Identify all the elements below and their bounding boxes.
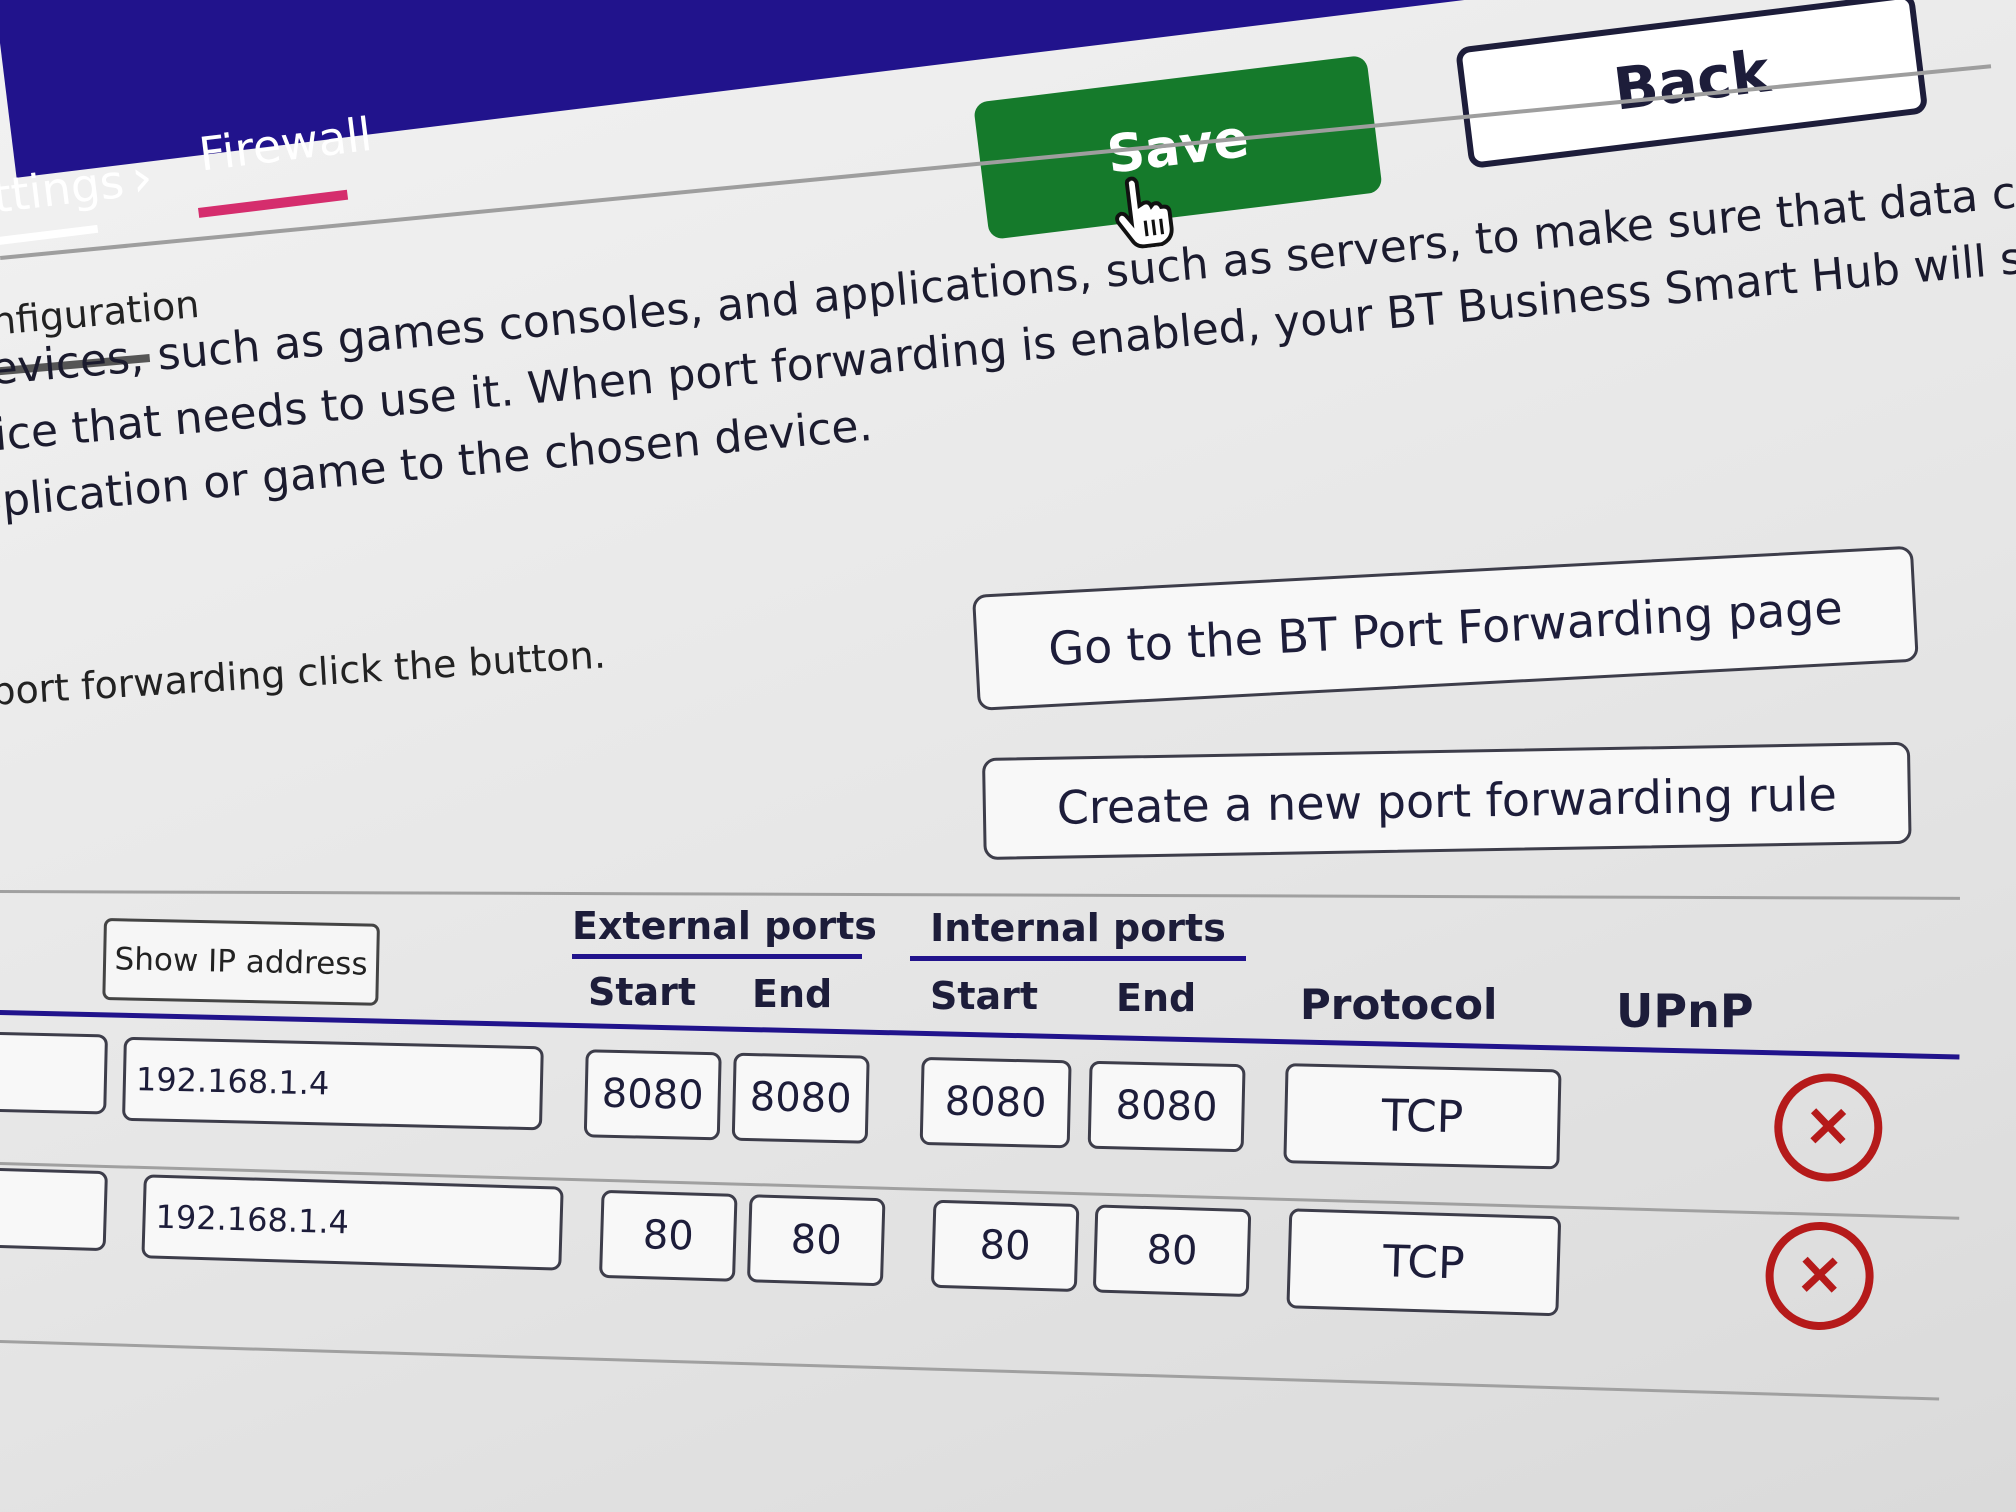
- external-end-header: End: [752, 972, 833, 1016]
- rule-name-field[interactable]: [0, 1031, 108, 1115]
- row-divider: [0, 1340, 1940, 1401]
- external-ports-header: External ports: [572, 904, 877, 959]
- rule-name-field[interactable]: [0, 1167, 108, 1252]
- protocol-select[interactable]: TCP: [1286, 1208, 1562, 1317]
- internal-start-field[interactable]: 80: [930, 1199, 1080, 1292]
- port-forwarding-table: Show IP address External ports Internal …: [0, 900, 2016, 1460]
- close-circle-icon: ✕: [1795, 1243, 1844, 1308]
- internal-end-header: End: [1116, 976, 1197, 1020]
- save-button[interactable]: Save: [973, 54, 1383, 240]
- external-end-field[interactable]: 80: [746, 1194, 886, 1287]
- external-start-header: Start: [588, 970, 697, 1014]
- create-rule-button[interactable]: Create a new port forwarding rule: [982, 741, 1912, 860]
- delete-rule-button[interactable]: ✕: [1773, 1072, 1884, 1183]
- protocol-select[interactable]: TCP: [1283, 1063, 1562, 1170]
- protocol-header: Protocol: [1300, 980, 1498, 1029]
- internal-ports-header: Internal ports: [910, 906, 1246, 961]
- internal-end-field[interactable]: 80: [1092, 1204, 1252, 1298]
- back-button[interactable]: Back: [1455, 0, 1929, 170]
- external-end-field[interactable]: 8080: [731, 1052, 870, 1144]
- active-tab-indicator: [198, 189, 349, 218]
- ip-address-field[interactable]: 192.168.1.4: [141, 1174, 564, 1271]
- internal-end-field[interactable]: 8080: [1087, 1060, 1246, 1153]
- ip-address-field[interactable]: 192.168.1.4: [122, 1036, 544, 1131]
- upnp-header: UPnP: [1616, 984, 1754, 1038]
- close-circle-icon: ✕: [1804, 1094, 1853, 1160]
- internal-start-header: Start: [930, 974, 1039, 1018]
- delete-rule-button[interactable]: ✕: [1764, 1220, 1876, 1332]
- breadcrumb-underline: [0, 224, 99, 246]
- internal-start-field[interactable]: 8080: [919, 1056, 1072, 1149]
- router-admin-page: ttings › Firewall Save Back nfiguration …: [0, 0, 2016, 1512]
- show-ip-button[interactable]: Show IP address: [102, 918, 380, 1006]
- goto-port-forwarding-button[interactable]: Go to the BT Port Forwarding page: [972, 545, 1919, 711]
- hint-text: port forwarding click the button.: [0, 632, 607, 714]
- external-start-field[interactable]: 8080: [583, 1049, 722, 1141]
- external-start-field[interactable]: 80: [599, 1189, 738, 1282]
- section-divider: [0, 890, 1960, 900]
- description-text: devices, such as games consoles, and app…: [0, 145, 2016, 538]
